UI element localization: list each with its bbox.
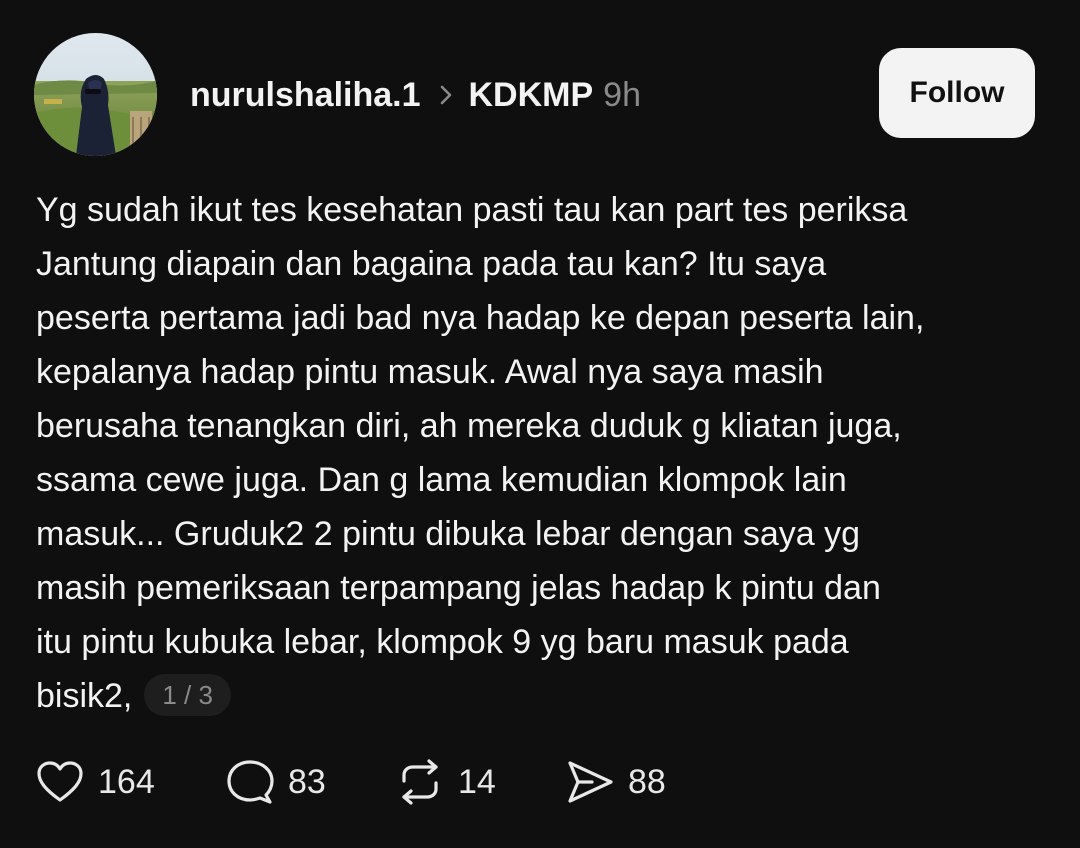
post-text-line: itu pintu kubuka lebar, klompok 9 yg bar…: [36, 623, 849, 661]
avatar[interactable]: [34, 33, 157, 156]
post-timestamp: 9h: [603, 75, 641, 114]
thread-page-indicator: 1 / 3: [144, 674, 231, 717]
author-username[interactable]: nurulshaliha.1: [190, 76, 421, 115]
follow-button[interactable]: Follow: [879, 48, 1035, 138]
reply-count: 83: [288, 762, 326, 801]
repost-arrows-icon: [396, 759, 444, 805]
post-text-line: ssama cewe juga. Dan g lama kemudian klo…: [36, 461, 847, 499]
post-text-line: kepalanya hadap pintu masuk. Awal nya sa…: [36, 353, 824, 391]
post-text-line: bisik2,: [36, 677, 133, 715]
post-body: Yg sudah ikut tes kesehatan pasti tau ka…: [36, 183, 1046, 723]
post-text-last-line: bisik2, 1 / 3: [36, 669, 1046, 723]
chevron-right-icon: [439, 84, 453, 106]
repost-count: 14: [458, 762, 496, 801]
share-count: 88: [628, 762, 666, 801]
action-bar: 164 83 14 88: [36, 752, 706, 812]
post-text-line: berusaha tenangkan diri, ah mereka duduk…: [36, 407, 902, 445]
thread-post: nurulshaliha.1 KDKMP 9h Follow Yg sudah …: [0, 0, 1080, 848]
post-header: nurulshaliha.1 KDKMP 9h: [190, 70, 641, 120]
like-button[interactable]: 164: [36, 760, 226, 804]
post-text-line: Jantung diapain dan bagaina pada tau kan…: [36, 245, 827, 283]
post-text-line: masih pemeriksaan terpampang jelas hadap…: [36, 569, 881, 607]
like-count: 164: [98, 762, 155, 801]
reply-button[interactable]: 83: [226, 759, 396, 805]
post-text-line: Yg sudah ikut tes kesehatan pasti tau ka…: [36, 191, 908, 229]
repost-button[interactable]: 14: [396, 759, 566, 805]
post-text-line: masuk... Gruduk2 2 pintu dibuka lebar de…: [36, 515, 861, 553]
post-text-line: peserta pertama jadi bad nya hadap ke de…: [36, 299, 925, 337]
heart-icon: [36, 760, 84, 804]
share-button[interactable]: 88: [566, 759, 706, 805]
speech-bubble-icon: [226, 759, 274, 805]
community-link[interactable]: KDKMP: [469, 76, 594, 115]
avatar-photo: [34, 33, 157, 156]
paper-plane-icon: [566, 759, 614, 805]
